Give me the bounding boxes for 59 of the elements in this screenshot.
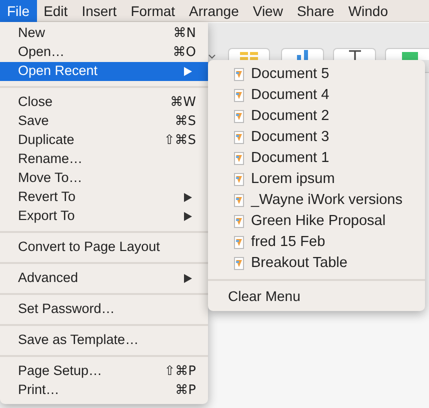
menu-bar-item[interactable]: View — [246, 0, 290, 22]
menu-item[interactable]: Close ⌘W — [0, 93, 208, 112]
text-button[interactable] — [333, 48, 376, 60]
recent-document-item[interactable]: Lorem ipsum — [208, 169, 425, 190]
recent-document-item[interactable]: Document 2 — [208, 106, 425, 127]
menu-item[interactable]: Print… ⌘P — [0, 381, 208, 400]
shortcut-label: ⌘W — [170, 94, 196, 112]
shortcut-label: ⌘P — [175, 382, 196, 400]
shape-button[interactable] — [385, 48, 429, 60]
menu-item[interactable]: Convert to Page Layout — [0, 238, 208, 257]
document-icon — [234, 131, 244, 144]
shortcut-label: ⇧⌘S — [164, 132, 196, 150]
document-icon — [234, 194, 244, 207]
menu-item[interactable]: Duplicate ⇧⌘S — [0, 131, 208, 150]
chart-button[interactable] — [281, 48, 324, 60]
text-tool-icon — [348, 50, 360, 60]
recent-document-item[interactable]: Document 1 — [208, 148, 425, 169]
menu-item[interactable]: New ⌘N — [0, 24, 208, 43]
menu-bar-item[interactable]: File — [0, 0, 37, 22]
menu-item[interactable]: Page Setup… ⇧⌘P — [0, 362, 208, 381]
recent-document-item[interactable]: Document 3 — [208, 127, 425, 148]
menu-item[interactable]: Clear Menu — [208, 286, 425, 307]
document-icon — [234, 236, 244, 249]
menu-item[interactable]: Save ⌘S — [0, 112, 208, 131]
menu-item[interactable]: Open Recent — [0, 62, 208, 81]
shortcut-label: ⌘N — [173, 24, 196, 43]
menu-item[interactable]: Open… ⌘O — [0, 43, 208, 62]
menu-item[interactable]: Rename… — [0, 150, 208, 169]
recent-document-item[interactable]: Breakout Table — [208, 253, 425, 274]
document-icon — [234, 257, 244, 270]
shortcut-label: ⌘S — [174, 112, 196, 131]
document-icon — [234, 89, 244, 102]
menu-bar-item[interactable]: Windo — [341, 0, 395, 22]
document-icon — [234, 215, 244, 228]
menu-item[interactable]: Revert To — [0, 188, 208, 207]
table-icon — [240, 52, 258, 60]
recent-document-item[interactable]: fred 15 Feb — [208, 232, 425, 253]
menu-bar-item[interactable]: Edit — [36, 0, 75, 22]
document-icon — [234, 152, 244, 165]
menu-bar-item[interactable]: Format — [124, 0, 182, 22]
recent-document-item[interactable]: Document 4 — [208, 85, 425, 106]
menu-bar-item[interactable]: Arrange — [182, 0, 246, 22]
recent-document-item[interactable]: Document 5 — [208, 64, 425, 85]
shortcut-label: ⇧⌘P — [164, 362, 196, 381]
menu-item[interactable]: Set Password… — [0, 300, 208, 319]
menu-bar-item[interactable]: Insert — [74, 0, 124, 22]
document-icon — [234, 68, 244, 81]
menu-item[interactable]: Move To… — [0, 169, 208, 188]
menu-bar-item[interactable]: Share — [290, 0, 342, 22]
bar-chart-icon — [296, 50, 308, 60]
recent-document-item[interactable]: _Wayne iWork versions — [208, 190, 425, 211]
menu-item[interactable]: Save as Template… — [0, 331, 208, 350]
menu-item[interactable]: Advanced — [0, 269, 208, 288]
document-icon — [234, 173, 244, 186]
menu-item[interactable]: Export To — [0, 207, 208, 226]
recent-document-item[interactable]: Green Hike Proposal — [208, 211, 425, 232]
shortcut-label: ⌘O — [172, 44, 196, 62]
document-icon — [234, 110, 244, 123]
chevron-icon[interactable] — [208, 54, 216, 60]
